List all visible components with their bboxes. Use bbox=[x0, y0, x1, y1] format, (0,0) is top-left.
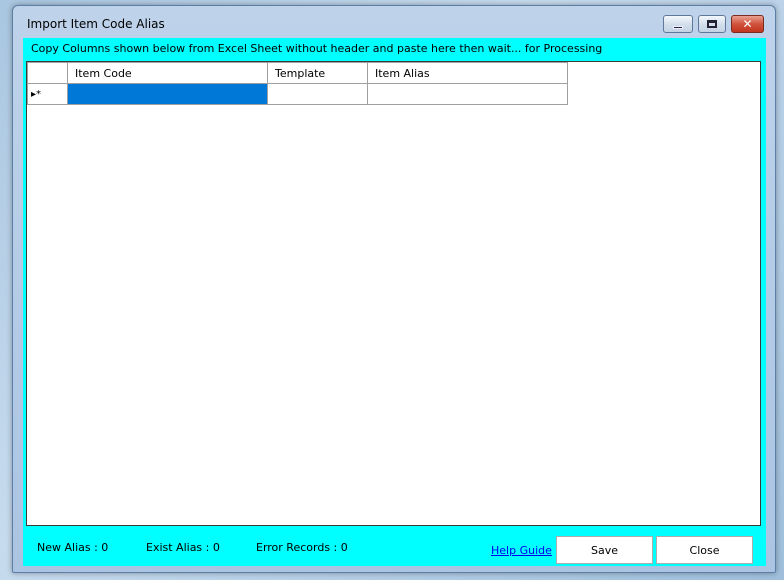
new-alias-count: New Alias : 0 bbox=[37, 541, 109, 554]
cell-item-alias[interactable] bbox=[367, 83, 568, 105]
instruction-text: Copy Columns shown below from Excel Shee… bbox=[31, 42, 603, 55]
grid-table: Item Code Template Item Alias ▸* bbox=[27, 62, 568, 105]
save-button[interactable]: Save bbox=[556, 536, 653, 564]
new-row-marker[interactable]: ▸* bbox=[27, 83, 68, 105]
cell-template[interactable] bbox=[267, 83, 368, 105]
exist-alias-count: Exist Alias : 0 bbox=[146, 541, 220, 554]
column-header-item-alias[interactable]: Item Alias bbox=[367, 62, 568, 84]
close-icon: ✕ bbox=[742, 17, 753, 31]
grid-header-row: Item Code Template Item Alias bbox=[27, 62, 568, 84]
minimize-icon bbox=[673, 25, 683, 29]
error-records-count: Error Records : 0 bbox=[256, 541, 348, 554]
data-grid[interactable]: Item Code Template Item Alias ▸* bbox=[26, 61, 761, 526]
minimize-button[interactable] bbox=[663, 15, 693, 33]
cell-item-code[interactable] bbox=[67, 83, 268, 105]
title-bar[interactable]: Import Item Code Alias ✕ bbox=[13, 6, 775, 38]
help-guide-link[interactable]: Help Guide bbox=[491, 544, 552, 557]
row-header-column[interactable] bbox=[27, 62, 68, 84]
close-window-button[interactable]: ✕ bbox=[731, 15, 764, 33]
column-header-template[interactable]: Template bbox=[267, 62, 368, 84]
column-header-item-code[interactable]: Item Code bbox=[67, 62, 268, 84]
close-button[interactable]: Close bbox=[656, 536, 753, 564]
client-area: Copy Columns shown below from Excel Shee… bbox=[23, 38, 766, 566]
maximize-button[interactable] bbox=[698, 15, 726, 33]
maximize-icon bbox=[707, 20, 717, 28]
status-bar: New Alias : 0 Exist Alias : 0 Error Reco… bbox=[23, 530, 766, 566]
import-alias-window: Import Item Code Alias ✕ Copy Columns sh… bbox=[12, 5, 776, 573]
table-row: ▸* bbox=[27, 83, 568, 105]
window-title: Import Item Code Alias bbox=[27, 17, 165, 31]
